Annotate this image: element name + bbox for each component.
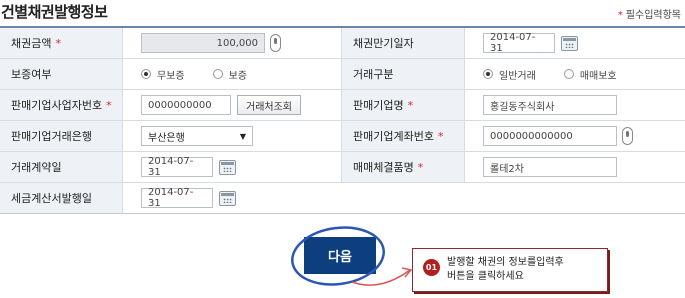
- form-row-seller: 판매기업사업자번호 * 0000000000 거래처조회 판매기업명 * 홍길동주식…: [0, 90, 685, 121]
- page-title: 건별채권발행정보: [1, 3, 108, 21]
- company-name-label: 판매기업명 *: [341, 90, 465, 120]
- radio-general-trade[interactable]: 일반거래: [483, 67, 536, 82]
- client-lookup-button[interactable]: 거래처조회: [237, 95, 301, 115]
- amount-label: 채권금액 *: [0, 28, 123, 58]
- required-note-text: 필수입력항목: [625, 10, 681, 21]
- radio-trade-protection[interactable]: 매매보호: [563, 67, 617, 82]
- maturity-date-label: 채권만기일자: [341, 28, 465, 58]
- radio-unselected-icon[interactable]: [212, 69, 223, 79]
- trade-type-cell: 일반거래 매매보호: [465, 59, 685, 89]
- biz-no-cell: 0000000000 거래처조회: [123, 90, 341, 120]
- callout-line-1: 발행할 채권의 정보를입력후: [447, 257, 564, 268]
- item-name-cell: 롤테2차: [465, 152, 685, 182]
- callout-line-2: 버튼을 클릭하세요: [447, 271, 524, 282]
- calendar-icon[interactable]: [219, 159, 236, 175]
- form-row-guarantee: 보증여부 무보증 보증 거래구분 일반거래 매매보호: [0, 59, 685, 90]
- calendar-icon[interactable]: [219, 190, 236, 206]
- account-no-input[interactable]: 0000000000000: [483, 126, 617, 146]
- callout-arrowhead: [401, 267, 413, 278]
- invoice-date-cell: 2014-07-31: [123, 183, 341, 213]
- radio-guarantee[interactable]: 보증: [212, 67, 247, 82]
- amount-input[interactable]: 100,000: [141, 33, 265, 53]
- maturity-date-input[interactable]: 2014-07-31: [483, 32, 555, 54]
- bond-form: 채권금액 * 100,000 채권만기일자 2014-07-31 보증여부 무보증…: [0, 26, 685, 214]
- form-row-invoice: 세금계산서발행일 2014-07-31: [0, 183, 685, 214]
- company-name-cell: 홍길동주식회사: [465, 90, 685, 120]
- invoice-date-input[interactable]: 2014-07-31: [141, 187, 213, 209]
- form-row-amount: 채권금액 * 100,000 채권만기일자 2014-07-31: [0, 28, 685, 59]
- amount-calculator-icon[interactable]: [270, 34, 281, 52]
- account-calculator-icon[interactable]: [622, 127, 633, 145]
- biz-no-label: 판매기업사업자번호 *: [0, 90, 123, 120]
- guarantee-cell: 무보증 보증: [123, 59, 341, 89]
- next-button[interactable]: 다음: [304, 237, 376, 274]
- account-no-cell: 0000000000000: [465, 121, 685, 151]
- required-star: *: [617, 10, 623, 21]
- form-row-contract: 거래계약일 2014-07-31 매매체결품명 * 롤테2차: [0, 152, 685, 183]
- radio-selected-icon[interactable]: [483, 69, 493, 79]
- dropdown-arrow-icon[interactable]: ▼: [240, 132, 246, 141]
- bank-label: 판매기업거래은행: [0, 121, 123, 151]
- trade-type-label: 거래구분: [341, 59, 465, 89]
- bank-cell: 부산은행 ▼: [123, 121, 341, 151]
- bank-select[interactable]: 부산은행 ▼: [141, 126, 253, 146]
- amount-cell: 100,000: [123, 28, 341, 58]
- instruction-callout: 01 발행할 채권의 정보를입력후 버튼을 클릭하세요: [412, 248, 608, 292]
- calendar-icon[interactable]: [561, 35, 578, 51]
- radio-selected-icon[interactable]: [141, 69, 151, 79]
- biz-no-input[interactable]: 0000000000: [141, 95, 231, 115]
- required-note: * 필수입력항목: [618, 6, 681, 21]
- contract-date-label: 거래계약일: [0, 152, 123, 182]
- invoice-date-label: 세금계산서발행일: [0, 183, 123, 213]
- item-name-input[interactable]: 롤테2차: [483, 157, 617, 177]
- item-name-label: 매매체결품명 *: [341, 152, 465, 182]
- form-row-bank: 판매기업거래은행 부산은행 ▼ 판매기업계좌번호 * 0000000000000: [0, 121, 685, 152]
- step-number-badge: 01: [423, 259, 440, 276]
- radio-unselected-icon[interactable]: [563, 69, 574, 79]
- radio-no-guarantee[interactable]: 무보증: [141, 67, 185, 82]
- contract-date-input[interactable]: 2014-07-31: [141, 156, 213, 178]
- company-name-input[interactable]: 홍길동주식회사: [483, 95, 617, 115]
- guarantee-label: 보증여부: [0, 59, 123, 89]
- maturity-date-cell: 2014-07-31: [465, 28, 685, 58]
- contract-date-cell: 2014-07-31: [123, 152, 341, 182]
- account-no-label: 판매기업계좌번호 *: [341, 121, 465, 151]
